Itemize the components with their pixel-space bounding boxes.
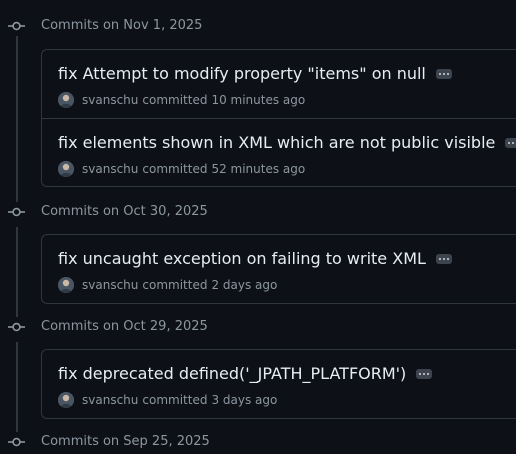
commit-row: fix Attempt to modify property "items" o… [42,50,516,118]
commit-row: fix deprecated defined('_JPATH_PLATFORM'… [42,350,516,418]
git-commit-icon [8,322,25,332]
git-commit-icon [8,21,25,31]
commit-group-header: Commits on Nov 1, 2025 [0,16,516,36]
commit-author-link[interactable]: svanschu [82,93,138,107]
commit-row: fix elements shown in XML which are not … [42,118,516,186]
user-avatar[interactable] [58,92,74,108]
commit-group-date: Commits on Oct 30, 2025 [41,204,208,219]
commit-author-link[interactable]: svanschu [82,278,138,292]
commit-group-date: Commits on Nov 1, 2025 [41,18,203,33]
commit-author-link[interactable]: svanschu [82,393,138,407]
commit-action-text: committed [142,93,208,107]
user-avatar[interactable] [58,392,74,408]
commit-row: fix uncaught exception on failing to wri… [42,235,516,303]
ellipsis-icon[interactable] [435,69,452,79]
ellipsis-icon[interactable] [416,369,433,379]
commit-action-text: committed [142,278,208,292]
timeline-line [16,342,18,432]
commit-group-header: Commits on Sep 25, 2025 [0,432,516,452]
commit-title-link[interactable]: fix uncaught exception on failing to wri… [58,247,426,271]
ellipsis-icon[interactable] [505,138,516,148]
commit-author-link[interactable]: svanschu [82,162,138,176]
timeline-line [16,36,18,202]
ellipsis-icon[interactable] [435,254,452,264]
timeline-line [16,227,18,317]
commit-group-header: Commits on Oct 30, 2025 [0,202,516,222]
commit-title-link[interactable]: fix elements shown in XML which are not … [58,131,495,155]
commit-action-text: committed [142,162,208,176]
user-avatar[interactable] [58,161,74,177]
commit-group-header: Commits on Oct 29, 2025 [0,317,516,337]
commit-action-text: committed [142,393,208,407]
commit-list-card: fix Attempt to modify property "items" o… [41,49,516,187]
commit-list-card: fix deprecated defined('_JPATH_PLATFORM'… [41,349,516,419]
commit-title-link[interactable]: fix Attempt to modify property "items" o… [58,62,426,86]
commit-time: 52 minutes ago [211,162,306,176]
commit-title-link[interactable]: fix deprecated defined('_JPATH_PLATFORM'… [58,362,406,386]
git-commit-icon [8,207,25,217]
commit-time: 10 minutes ago [211,93,306,107]
commit-time: 3 days ago [211,393,278,407]
commit-time: 2 days ago [211,278,278,292]
commit-group-date: Commits on Oct 29, 2025 [41,319,208,334]
commit-list-card: fix uncaught exception on failing to wri… [41,234,516,304]
commit-group-date: Commits on Sep 25, 2025 [41,434,210,449]
user-avatar[interactable] [58,277,74,293]
git-commit-icon [8,437,25,447]
